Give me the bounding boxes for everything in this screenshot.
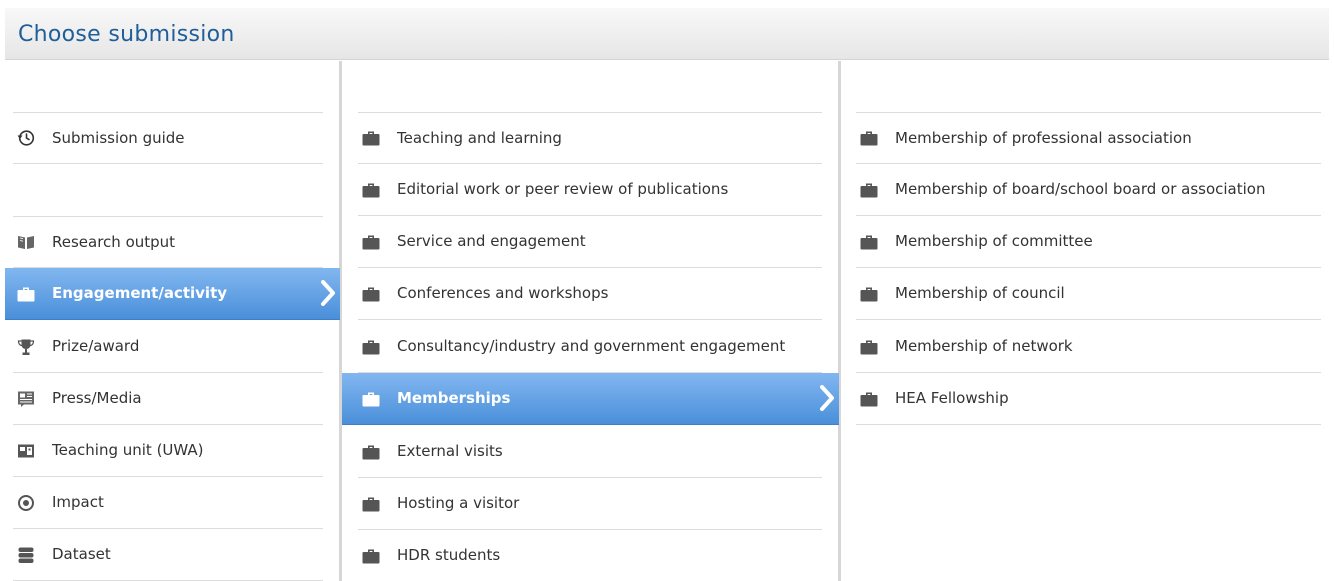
- submission-type-list: Submission guide Research output Engagem…: [5, 61, 340, 581]
- menu-item-committee-membership[interactable]: Membership of committee: [856, 216, 1321, 268]
- menu-item-label: Prize/award: [52, 337, 140, 355]
- menu-item-label: Conferences and workshops: [397, 284, 609, 302]
- menu-item-label: HEA Fellowship: [895, 389, 1009, 407]
- menu-item-label: Membership of network: [895, 337, 1073, 355]
- briefcase-icon: [362, 390, 380, 408]
- book-icon: [18, 236, 34, 249]
- menu-item-editorial-work[interactable]: Editorial work or peer review of publica…: [358, 164, 822, 216]
- page-title: Choose submission: [18, 22, 235, 47]
- menu-item-label: Dataset: [52, 545, 111, 563]
- menu-item-label: Membership of professional association: [895, 128, 1192, 147]
- menu-item-teaching-unit[interactable]: Teaching unit (UWA): [13, 425, 323, 477]
- menu-item-label: Editorial work or peer review of publica…: [397, 180, 729, 198]
- briefcase-icon: [362, 233, 380, 251]
- menu-item-service-and-engagement[interactable]: Service and engagement: [358, 216, 822, 268]
- briefcase-icon: [860, 285, 878, 303]
- menu-item-network-membership[interactable]: Membership of network: [856, 321, 1321, 373]
- menu-item-label: Press/Media: [52, 389, 142, 407]
- menu-item-professional-association[interactable]: Membership of professional association: [856, 112, 1321, 164]
- menu-item-label: Service and engagement: [397, 232, 586, 250]
- menu-item-label: Impact: [52, 493, 104, 511]
- menu-item-label: HDR students: [397, 546, 501, 564]
- menu-item-submission-guide[interactable]: Submission guide: [13, 112, 323, 164]
- menu-item-label: Consultancy/industry and government enga…: [397, 337, 786, 355]
- menu-item-label: Membership of committee: [895, 232, 1093, 250]
- trophy-icon: [17, 339, 35, 355]
- menu-item-label: Membership of council: [895, 284, 1065, 302]
- activity-type-list: Teaching and learning Editorial work or …: [342, 61, 839, 581]
- menu-item-hea-fellowship[interactable]: HEA Fellowship: [856, 373, 1321, 425]
- menu-item-label: Research output: [52, 232, 176, 251]
- menu-item-external-visits[interactable]: External visits: [358, 426, 822, 478]
- chevron-right-icon: [819, 385, 835, 411]
- menu-item-press-media[interactable]: Press/Media: [13, 373, 323, 425]
- menu-item-label: Memberships: [397, 389, 511, 407]
- briefcase-icon: [362, 181, 380, 199]
- menu-item-engagement-activity[interactable]: Engagement/activity: [5, 268, 340, 320]
- newspaper-icon: [18, 391, 34, 407]
- briefcase-icon: [362, 129, 380, 147]
- briefcase-icon: [860, 129, 878, 147]
- menu-item-teaching-and-learning[interactable]: Teaching and learning: [358, 112, 822, 164]
- menu-item-council-membership[interactable]: Membership of council: [856, 268, 1321, 320]
- briefcase-icon: [362, 547, 380, 565]
- menu-item-conferences-and-workshops[interactable]: Conferences and workshops: [358, 268, 822, 320]
- menu-item-impact[interactable]: Impact: [13, 477, 323, 529]
- briefcase-icon: [17, 285, 35, 303]
- membership-type-list: Membership of professional association M…: [843, 61, 1329, 581]
- target-icon: [18, 494, 34, 511]
- menu-item-consultancy[interactable]: Consultancy/industry and government enga…: [358, 321, 822, 373]
- briefcase-icon: [362, 443, 380, 461]
- chevron-right-icon: [320, 280, 336, 306]
- menu-item-label: Submission guide: [52, 128, 185, 147]
- briefcase-icon: [362, 495, 380, 513]
- briefcase-icon: [362, 338, 380, 356]
- briefcase-icon: [860, 181, 878, 199]
- menu-item-hdr-students[interactable]: HDR students: [358, 530, 822, 581]
- page-header: Choose submission: [5, 8, 1329, 60]
- menu-item-board-membership[interactable]: Membership of board/school board or asso…: [856, 164, 1321, 216]
- briefcase-icon: [860, 233, 878, 251]
- menu-item-label: Teaching and learning: [397, 128, 562, 147]
- database-icon: [18, 547, 34, 563]
- menu-item-label: Hosting a visitor: [397, 494, 520, 512]
- menu-item-prize-award[interactable]: Prize/award: [13, 321, 323, 373]
- menu-item-label: Teaching unit (UWA): [52, 441, 204, 459]
- menu-item-label: Membership of board/school board or asso…: [895, 180, 1266, 198]
- menu-item-research-output[interactable]: Research output: [13, 216, 323, 268]
- film-icon: [18, 444, 34, 457]
- menu-item-label: External visits: [397, 442, 503, 460]
- briefcase-icon: [860, 338, 878, 356]
- briefcase-icon: [860, 390, 878, 408]
- menu-item-dataset[interactable]: Dataset: [13, 529, 323, 581]
- menu-item-hosting-a-visitor[interactable]: Hosting a visitor: [358, 478, 822, 530]
- menu-item-label: Engagement/activity: [52, 284, 228, 302]
- history-icon: [17, 130, 35, 146]
- briefcase-icon: [362, 285, 380, 303]
- menu-item-memberships[interactable]: Memberships: [342, 373, 839, 425]
